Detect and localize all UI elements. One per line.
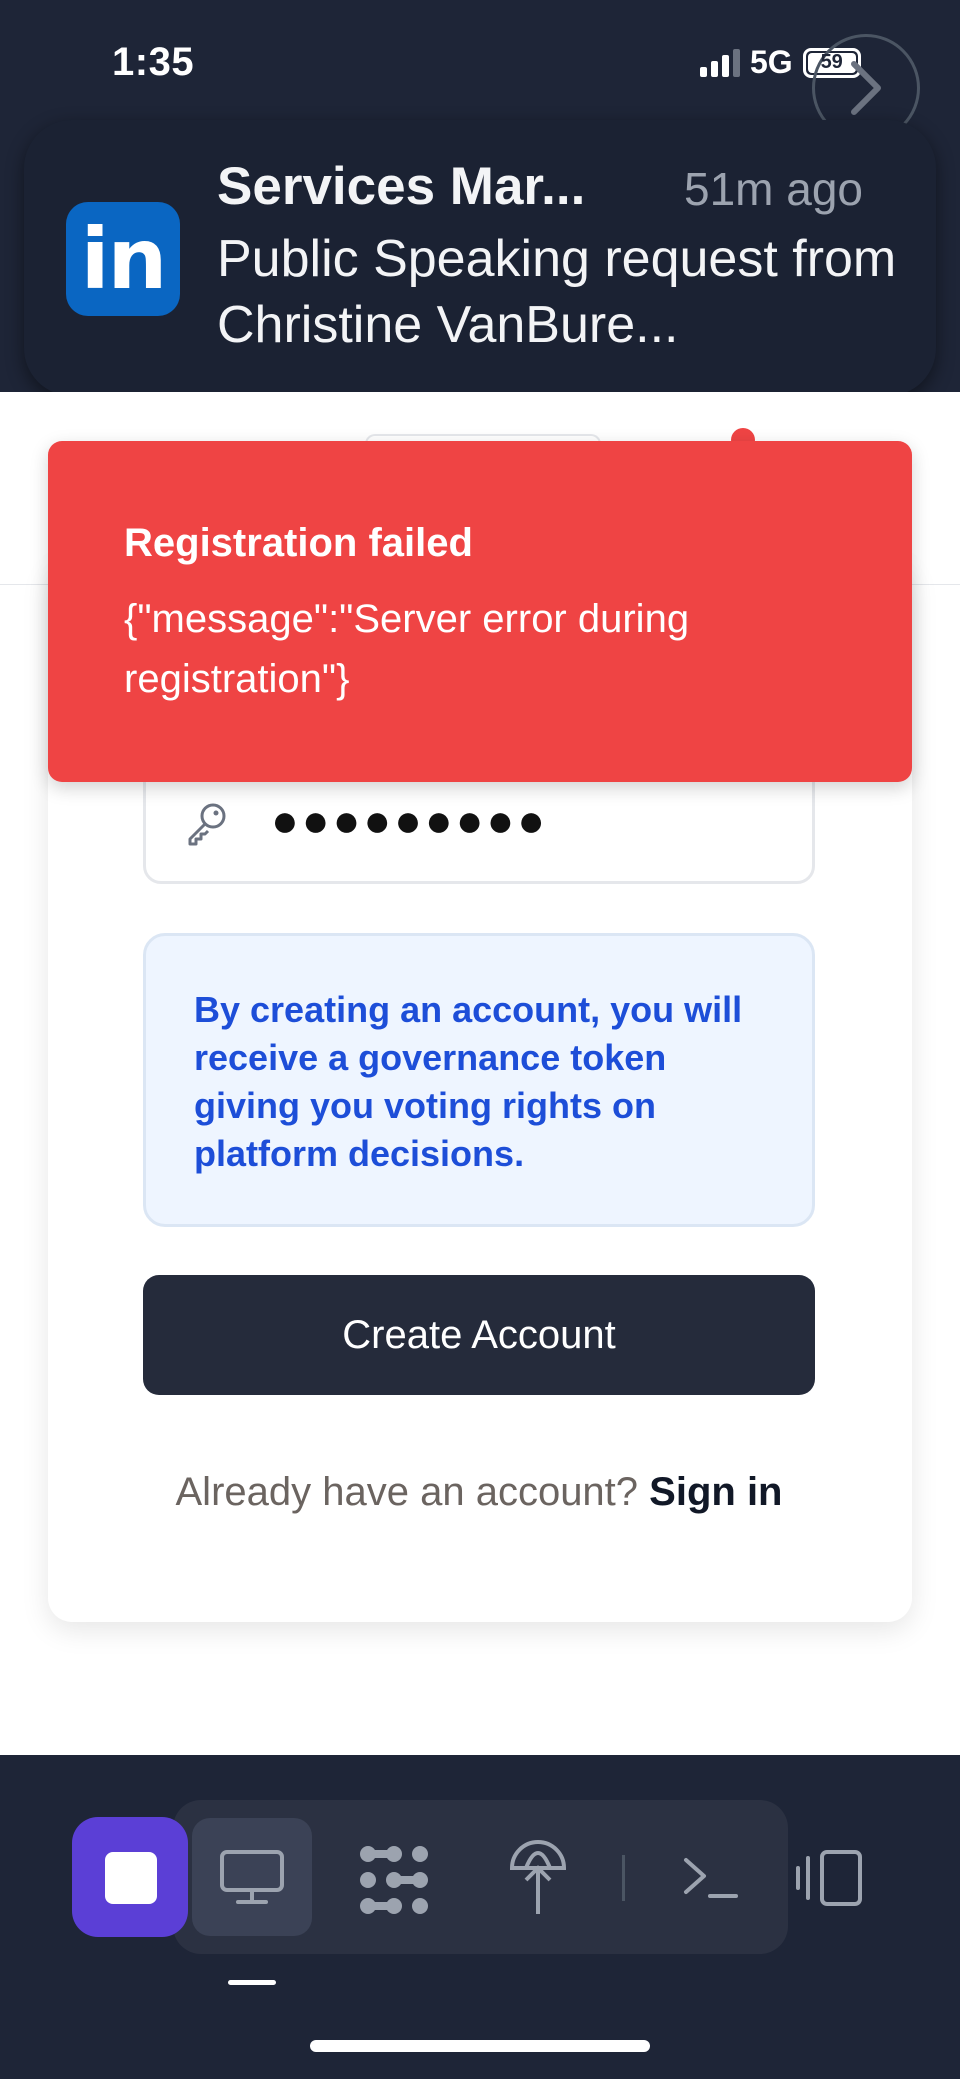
signal-icon [700,48,740,77]
network-label: 5G [750,44,793,80]
chevron-right-icon [851,61,881,115]
stop-button[interactable] [72,1817,188,1937]
linkedin-icon: in [66,202,180,316]
notification-title: Services Mar... [217,157,586,216]
toast-title: Registration failed [124,521,473,565]
toolbar-separator [622,1855,625,1901]
signin-link[interactable]: Sign in [649,1470,782,1514]
active-tab-indicator [228,1980,276,1985]
home-indicator[interactable] [310,2040,650,2052]
globe-antenna-icon[interactable] [506,1838,570,1918]
push-notification[interactable]: in Services Mar... 51m ago Public Speaki… [24,120,936,396]
stop-icon [105,1852,157,1904]
password-value: ●●●●●●●●● [271,794,549,846]
monitor-icon [220,1850,284,1904]
notification-time: 51m ago [684,163,864,215]
error-toast[interactable]: Registration failed {"message":"Server e… [48,441,912,782]
battery-level: 59 [820,51,843,73]
signin-prompt: Already have an account? [175,1470,639,1514]
governance-info-box: By creating an account, you will receive… [143,933,815,1227]
terminal-icon[interactable] [680,1850,740,1906]
status-time: 1:35 [112,40,195,84]
notification-body: Public Speaking request from Christine V… [217,230,897,354]
split-panel-icon[interactable] [792,1846,866,1910]
toast-message: {"message":"Server error during registra… [124,597,690,701]
apps-grid-icon[interactable] [356,1842,432,1918]
key-icon [188,803,226,846]
info-text: By creating an account, you will receive… [194,989,743,1174]
create-account-button[interactable]: Create Account [143,1275,815,1395]
monitor-button[interactable] [192,1818,312,1936]
signin-row: Already have an account? Sign in [143,1470,815,1515]
